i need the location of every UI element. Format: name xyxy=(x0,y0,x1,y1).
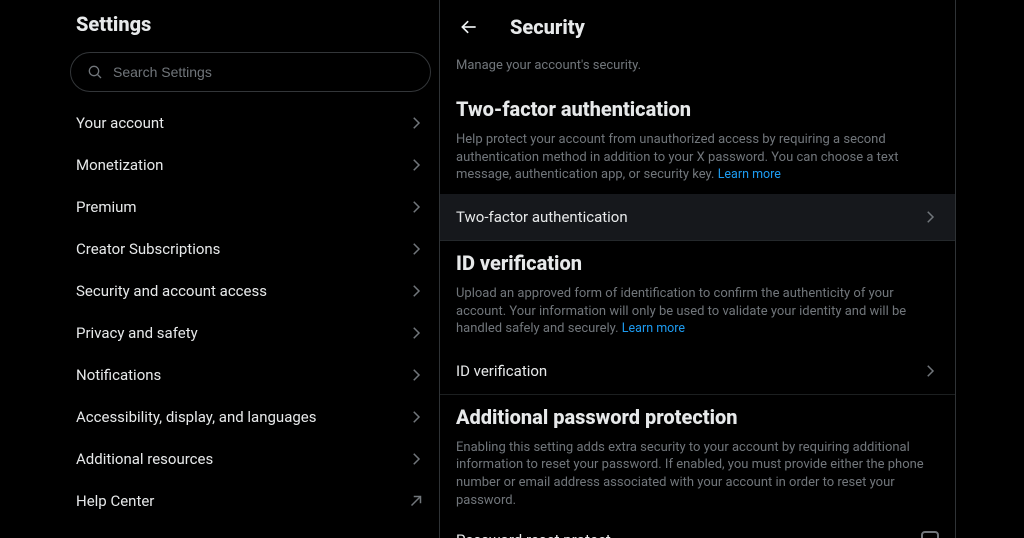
settings-title: Settings xyxy=(62,0,439,46)
twofa-heading: Two-factor authentication xyxy=(440,87,955,127)
nav-creator-subscriptions[interactable]: Creator Subscriptions xyxy=(62,228,439,270)
nav-premium[interactable]: Premium xyxy=(62,186,439,228)
twofa-row[interactable]: Two-factor authentication xyxy=(440,194,955,241)
chevron-right-icon xyxy=(407,450,425,468)
chevron-right-icon xyxy=(407,240,425,258)
nav-additional-resources[interactable]: Additional resources xyxy=(62,438,439,480)
nav-security-access[interactable]: Security and account access xyxy=(62,270,439,312)
idv-row[interactable]: ID verification xyxy=(440,348,955,395)
settings-sidebar: Settings Your account Monetization Premi… xyxy=(62,0,440,538)
chevron-right-icon xyxy=(921,208,939,226)
idv-heading: ID verification xyxy=(440,241,955,281)
nav-label: Your account xyxy=(76,114,164,132)
nav-label: Additional resources xyxy=(76,450,213,468)
search-icon xyxy=(87,64,103,80)
chevron-right-icon xyxy=(407,324,425,342)
chevron-right-icon xyxy=(407,114,425,132)
external-link-icon xyxy=(407,492,425,510)
back-button[interactable] xyxy=(452,10,486,44)
nav-monetization[interactable]: Monetization xyxy=(62,144,439,186)
idv-row-label: ID verification xyxy=(456,362,547,380)
nav-privacy-safety[interactable]: Privacy and safety xyxy=(62,312,439,354)
nav-label: Security and account access xyxy=(76,282,267,300)
nav-label: Monetization xyxy=(76,156,163,174)
chevron-right-icon xyxy=(407,366,425,384)
nav-label: Creator Subscriptions xyxy=(76,240,220,258)
app-desc: Enabling this setting adds extra securit… xyxy=(440,435,955,519)
security-panel: Security Manage your account's security.… xyxy=(440,0,956,538)
password-reset-protect-label: Password reset protect xyxy=(456,531,611,538)
idv-learn-more-link[interactable]: Learn more xyxy=(622,321,685,336)
page-subtitle: Manage your account's security. xyxy=(440,52,955,87)
app-heading: Additional password protection xyxy=(440,395,955,435)
idv-desc: Upload an approved form of identificatio… xyxy=(440,281,955,348)
page-title: Security xyxy=(510,15,585,39)
nav-label: Privacy and safety xyxy=(76,324,198,342)
nav-accessibility[interactable]: Accessibility, display, and languages xyxy=(62,396,439,438)
nav-notifications[interactable]: Notifications xyxy=(62,354,439,396)
twofa-desc-text: Help protect your account from unauthori… xyxy=(456,132,899,182)
twofa-row-label: Two-factor authentication xyxy=(456,208,628,226)
twofa-desc: Help protect your account from unauthori… xyxy=(440,127,955,194)
nav-label: Notifications xyxy=(76,366,161,384)
nav-label: Help Center xyxy=(76,492,154,510)
chevron-right-icon xyxy=(407,282,425,300)
chevron-right-icon xyxy=(407,408,425,426)
settings-nav-list: Your account Monetization Premium Creato… xyxy=(62,102,439,522)
chevron-right-icon xyxy=(407,156,425,174)
password-reset-protect-checkbox[interactable] xyxy=(921,531,939,538)
nav-label: Premium xyxy=(76,198,137,216)
chevron-right-icon xyxy=(407,198,425,216)
nav-your-account[interactable]: Your account xyxy=(62,102,439,144)
nav-label: Accessibility, display, and languages xyxy=(76,408,316,426)
twofa-learn-more-link[interactable]: Learn more xyxy=(718,167,781,182)
search-input[interactable] xyxy=(113,64,414,80)
nav-help-center[interactable]: Help Center xyxy=(62,480,439,522)
chevron-right-icon xyxy=(921,362,939,380)
search-settings[interactable] xyxy=(70,52,431,92)
